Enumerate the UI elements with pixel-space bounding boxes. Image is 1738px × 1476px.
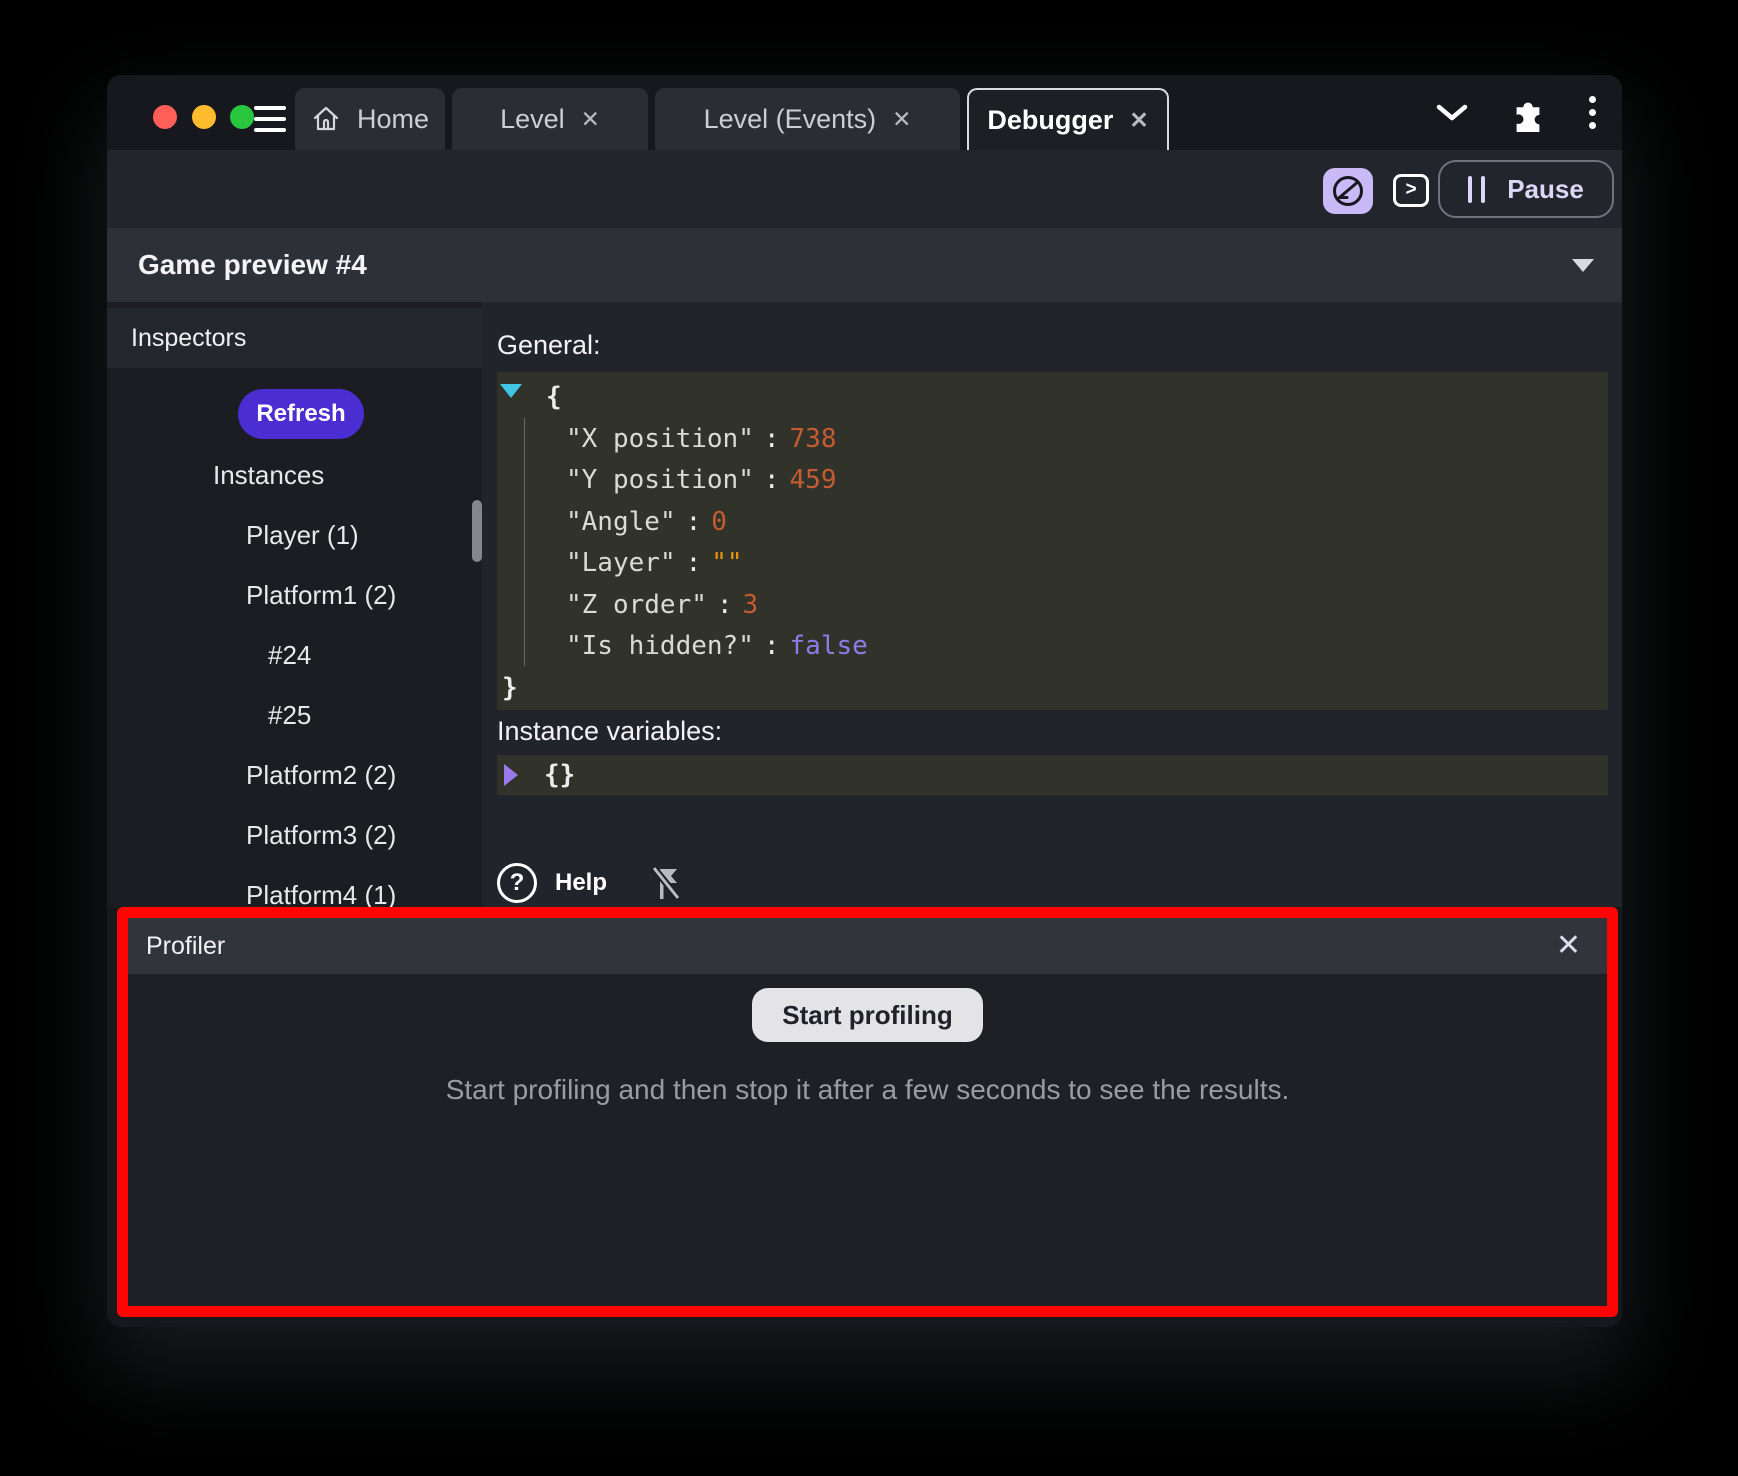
- traffic-light-close-button[interactable]: [153, 105, 177, 129]
- property-key: Angle: [566, 507, 676, 537]
- profiler-header: Profiler ✕: [128, 918, 1607, 974]
- home-icon: [311, 104, 341, 134]
- kebab-menu-icon[interactable]: [1587, 94, 1598, 131]
- start-profiling-button[interactable]: Start profiling: [752, 988, 982, 1042]
- pause-button-label: Pause: [1507, 174, 1584, 205]
- traffic-light-zoom-button[interactable]: [230, 105, 254, 129]
- tree-item-instance-24[interactable]: #24: [107, 625, 482, 685]
- json-open-brace: {: [497, 377, 1608, 419]
- property-value: 3: [743, 590, 759, 620]
- general-json-view: { X position:738 Y position:459 Angle:0 …: [497, 372, 1608, 710]
- property-key: Z order: [566, 590, 707, 620]
- tree-item-instances[interactable]: Instances: [107, 445, 482, 505]
- console-icon[interactable]: >: [1393, 174, 1429, 207]
- debugger-content: Inspectors Refresh Instances Player (1) …: [107, 302, 1622, 907]
- profiler-body: Start profiling Start profiling and then…: [128, 974, 1607, 1106]
- tree-item-platform3[interactable]: Platform3 (2): [107, 805, 482, 865]
- tree-item-platform2[interactable]: Platform2 (2): [107, 745, 482, 805]
- expand-triangle-icon[interactable]: [504, 764, 518, 786]
- property-value: 0: [711, 507, 727, 537]
- tab-label: Home: [357, 104, 429, 135]
- titlebar: Home Level ✕ Level (Events) ✕ Debugger ✕: [107, 75, 1622, 150]
- property-value: "": [711, 548, 742, 578]
- debugger-toolbar: > Pause: [107, 150, 1622, 228]
- tab-label: Level: [500, 104, 565, 135]
- profiler-panel: Profiler ✕ Start profiling Start profili…: [117, 907, 1618, 1317]
- profiler-gauge-icon[interactable]: [1323, 168, 1373, 214]
- close-tab-icon[interactable]: ✕: [581, 108, 600, 131]
- json-property-row: X position:738: [497, 419, 1608, 461]
- tab-home[interactable]: Home: [295, 88, 445, 150]
- pause-icon: [1468, 176, 1485, 203]
- game-preview-title: Game preview #4: [138, 249, 367, 281]
- property-key: Layer: [566, 548, 676, 578]
- app-window: Home Level ✕ Level (Events) ✕ Debugger ✕: [107, 75, 1622, 1327]
- inspectors-header: Inspectors: [107, 308, 482, 368]
- help-icon[interactable]: ?: [497, 863, 537, 903]
- pause-button[interactable]: Pause: [1438, 160, 1614, 218]
- inspectors-panel: Inspectors Refresh Instances Player (1) …: [107, 302, 482, 907]
- tree-item-platform4[interactable]: Platform4 (1): [107, 865, 482, 907]
- indent-guide: [524, 418, 525, 666]
- instance-variables-view: {}: [497, 755, 1608, 795]
- inspectors-tree: Instances Player (1) Platform1 (2) #24 #…: [107, 445, 482, 907]
- hamburger-menu-icon[interactable]: [254, 106, 286, 132]
- empty-object-literal: {}: [544, 760, 575, 790]
- instance-detail-panel: General: { X position:738 Y position:459…: [482, 302, 1622, 907]
- profiler-title: Profiler: [146, 932, 225, 961]
- tab-level-events[interactable]: Level (Events) ✕: [655, 88, 960, 150]
- titlebar-right-controls: [1435, 75, 1622, 150]
- flag-off-icon[interactable]: [649, 861, 683, 905]
- property-key: Y position: [566, 465, 754, 495]
- extensions-puzzle-icon[interactable]: [1509, 94, 1547, 132]
- scrollbar-thumb[interactable]: [472, 500, 482, 562]
- tab-label: Debugger: [987, 105, 1113, 136]
- general-section-label: General:: [497, 330, 1608, 362]
- json-close-brace: }: [497, 668, 1608, 710]
- traffic-light-minimize-button[interactable]: [192, 105, 216, 129]
- property-key: X position: [566, 424, 754, 454]
- tab-bar: Home Level ✕ Level (Events) ✕ Debugger ✕: [295, 88, 1169, 150]
- tree-item-instance-25[interactable]: #25: [107, 685, 482, 745]
- help-label[interactable]: Help: [555, 869, 607, 897]
- json-property-row: Layer:"": [497, 543, 1608, 585]
- profiler-description: Start profiling and then stop it after a…: [128, 1074, 1607, 1106]
- property-value: false: [790, 631, 868, 661]
- tab-label: Level (Events): [704, 104, 877, 135]
- tree-item-platform1[interactable]: Platform1 (2): [107, 565, 482, 625]
- tab-level[interactable]: Level ✕: [452, 88, 648, 150]
- property-value: 738: [790, 424, 837, 454]
- close-tab-icon[interactable]: ✕: [1129, 109, 1148, 132]
- tab-debugger[interactable]: Debugger ✕: [967, 88, 1169, 150]
- json-property-row: Is hidden?:false: [497, 626, 1608, 668]
- dropdown-caret-icon[interactable]: [1572, 259, 1594, 272]
- property-value: 459: [790, 465, 837, 495]
- tree-item-player[interactable]: Player (1): [107, 505, 482, 565]
- game-preview-bar[interactable]: Game preview #4: [107, 228, 1622, 302]
- close-icon[interactable]: ✕: [1556, 931, 1581, 961]
- instance-variables-label: Instance variables:: [497, 716, 1608, 748]
- console-glyph: >: [1405, 179, 1416, 201]
- collapse-triangle-icon[interactable]: [500, 384, 522, 398]
- property-key: Is hidden?: [566, 631, 754, 661]
- refresh-button[interactable]: Refresh: [238, 389, 364, 439]
- chevron-down-icon[interactable]: [1435, 103, 1469, 123]
- json-property-row: Angle:0: [497, 502, 1608, 544]
- close-tab-icon[interactable]: ✕: [892, 108, 911, 131]
- json-property-row: Y position:459: [497, 460, 1608, 502]
- help-row: ? Help: [497, 861, 1608, 905]
- json-property-row: Z order:3: [497, 585, 1608, 627]
